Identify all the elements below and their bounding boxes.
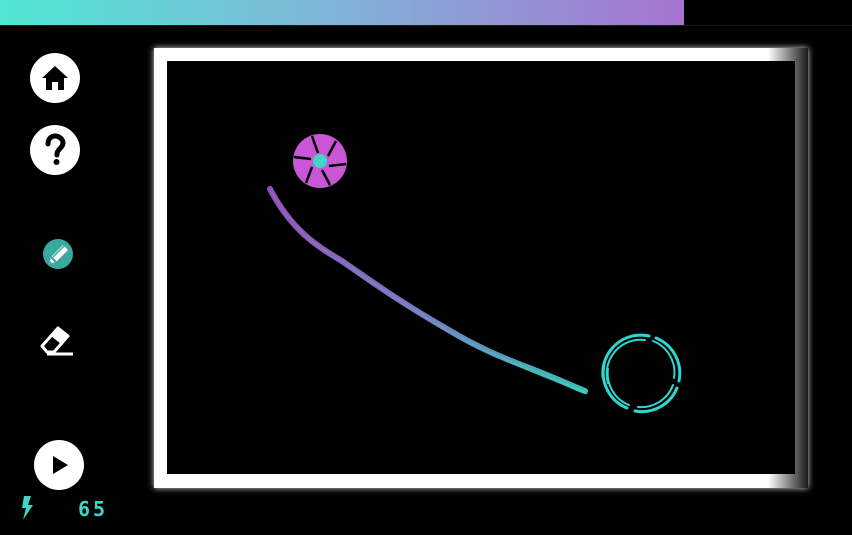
energy-meter [20, 496, 36, 520]
level-progress-fill [0, 0, 685, 25]
eraser-tool-button[interactable] [38, 320, 76, 358]
home-icon [42, 66, 68, 90]
swirl-portal [601, 333, 682, 414]
play-button[interactable] [34, 440, 84, 490]
aperture-ball [293, 134, 347, 188]
question-icon [45, 133, 66, 165]
help-button[interactable] [30, 125, 80, 175]
drawn-line [267, 186, 588, 395]
pencil-icon [43, 239, 73, 269]
play-icon [53, 456, 68, 474]
lightning-icon [22, 496, 33, 520]
eraser-icon [40, 326, 73, 356]
energy-value: 65 [78, 497, 109, 521]
home-button[interactable] [30, 53, 80, 103]
board-canvas [267, 134, 682, 414]
drawing-board[interactable] [167, 61, 795, 474]
pencil-tool-button[interactable] [38, 235, 76, 273]
level-progress-bar [0, 0, 852, 26]
